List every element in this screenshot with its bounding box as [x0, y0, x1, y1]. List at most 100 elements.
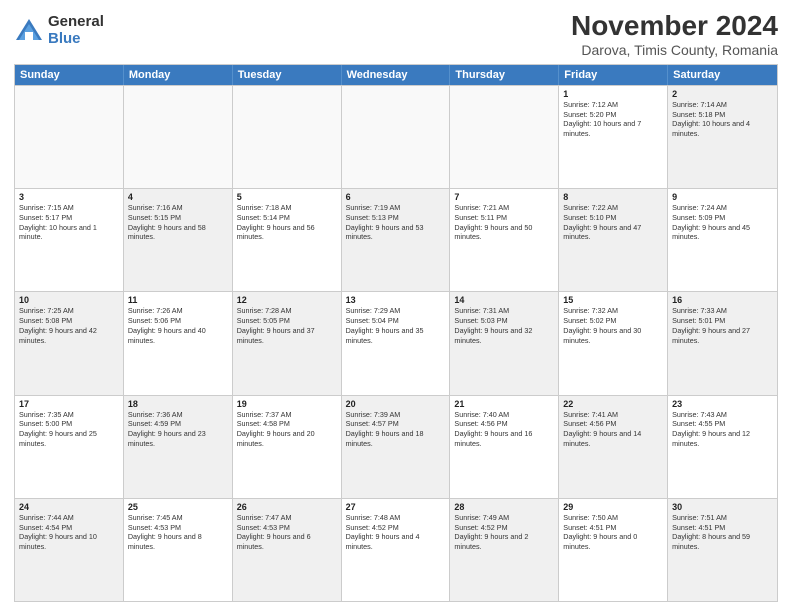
day-number: 12 [237, 295, 337, 305]
calendar-cell: 10Sunrise: 7:25 AM Sunset: 5:08 PM Dayli… [15, 292, 124, 394]
calendar-cell [450, 86, 559, 188]
calendar-cell: 26Sunrise: 7:47 AM Sunset: 4:53 PM Dayli… [233, 499, 342, 601]
calendar-cell: 12Sunrise: 7:28 AM Sunset: 5:05 PM Dayli… [233, 292, 342, 394]
calendar-cell: 25Sunrise: 7:45 AM Sunset: 4:53 PM Dayli… [124, 499, 233, 601]
calendar-cell: 1Sunrise: 7:12 AM Sunset: 5:20 PM Daylig… [559, 86, 668, 188]
logo-blue: Blue [48, 31, 104, 48]
calendar-cell: 5Sunrise: 7:18 AM Sunset: 5:14 PM Daylig… [233, 189, 342, 291]
day-info: Sunrise: 7:26 AM Sunset: 5:06 PM Dayligh… [128, 306, 228, 345]
main-title: November 2024 [571, 10, 778, 42]
day-info: Sunrise: 7:35 AM Sunset: 5:00 PM Dayligh… [19, 410, 119, 449]
calendar-cell: 15Sunrise: 7:32 AM Sunset: 5:02 PM Dayli… [559, 292, 668, 394]
day-number: 17 [19, 399, 119, 409]
calendar-header-day: Tuesday [233, 65, 342, 85]
day-info: Sunrise: 7:41 AM Sunset: 4:56 PM Dayligh… [563, 410, 663, 449]
day-info: Sunrise: 7:43 AM Sunset: 4:55 PM Dayligh… [672, 410, 773, 449]
calendar-cell [342, 86, 451, 188]
calendar-cell: 20Sunrise: 7:39 AM Sunset: 4:57 PM Dayli… [342, 396, 451, 498]
day-info: Sunrise: 7:22 AM Sunset: 5:10 PM Dayligh… [563, 203, 663, 242]
calendar-cell: 9Sunrise: 7:24 AM Sunset: 5:09 PM Daylig… [668, 189, 777, 291]
day-info: Sunrise: 7:32 AM Sunset: 5:02 PM Dayligh… [563, 306, 663, 345]
day-info: Sunrise: 7:21 AM Sunset: 5:11 PM Dayligh… [454, 203, 554, 242]
calendar-cell: 14Sunrise: 7:31 AM Sunset: 5:03 PM Dayli… [450, 292, 559, 394]
calendar-header-day: Monday [124, 65, 233, 85]
calendar-cell: 29Sunrise: 7:50 AM Sunset: 4:51 PM Dayli… [559, 499, 668, 601]
day-number: 8 [563, 192, 663, 202]
day-number: 9 [672, 192, 773, 202]
day-number: 1 [563, 89, 663, 99]
day-info: Sunrise: 7:44 AM Sunset: 4:54 PM Dayligh… [19, 513, 119, 552]
day-number: 25 [128, 502, 228, 512]
day-info: Sunrise: 7:37 AM Sunset: 4:58 PM Dayligh… [237, 410, 337, 449]
day-number: 16 [672, 295, 773, 305]
day-number: 14 [454, 295, 554, 305]
day-number: 20 [346, 399, 446, 409]
day-info: Sunrise: 7:39 AM Sunset: 4:57 PM Dayligh… [346, 410, 446, 449]
day-number: 2 [672, 89, 773, 99]
calendar-cell: 18Sunrise: 7:36 AM Sunset: 4:59 PM Dayli… [124, 396, 233, 498]
day-info: Sunrise: 7:16 AM Sunset: 5:15 PM Dayligh… [128, 203, 228, 242]
day-info: Sunrise: 7:36 AM Sunset: 4:59 PM Dayligh… [128, 410, 228, 449]
logo-text: General Blue [48, 14, 104, 47]
day-info: Sunrise: 7:47 AM Sunset: 4:53 PM Dayligh… [237, 513, 337, 552]
calendar-cell [233, 86, 342, 188]
calendar-row: 10Sunrise: 7:25 AM Sunset: 5:08 PM Dayli… [15, 291, 777, 394]
day-number: 4 [128, 192, 228, 202]
calendar-header-day: Thursday [450, 65, 559, 85]
calendar-cell: 13Sunrise: 7:29 AM Sunset: 5:04 PM Dayli… [342, 292, 451, 394]
day-info: Sunrise: 7:50 AM Sunset: 4:51 PM Dayligh… [563, 513, 663, 552]
calendar-cell: 4Sunrise: 7:16 AM Sunset: 5:15 PM Daylig… [124, 189, 233, 291]
day-number: 11 [128, 295, 228, 305]
day-number: 26 [237, 502, 337, 512]
day-info: Sunrise: 7:18 AM Sunset: 5:14 PM Dayligh… [237, 203, 337, 242]
calendar-cell: 23Sunrise: 7:43 AM Sunset: 4:55 PM Dayli… [668, 396, 777, 498]
day-number: 5 [237, 192, 337, 202]
day-info: Sunrise: 7:49 AM Sunset: 4:52 PM Dayligh… [454, 513, 554, 552]
calendar-row: 24Sunrise: 7:44 AM Sunset: 4:54 PM Dayli… [15, 498, 777, 601]
calendar-cell: 17Sunrise: 7:35 AM Sunset: 5:00 PM Dayli… [15, 396, 124, 498]
title-block: November 2024 Darova, Timis County, Roma… [571, 10, 778, 58]
calendar-cell: 28Sunrise: 7:49 AM Sunset: 4:52 PM Dayli… [450, 499, 559, 601]
day-number: 13 [346, 295, 446, 305]
calendar-cell: 2Sunrise: 7:14 AM Sunset: 5:18 PM Daylig… [668, 86, 777, 188]
day-info: Sunrise: 7:28 AM Sunset: 5:05 PM Dayligh… [237, 306, 337, 345]
calendar-header-day: Friday [559, 65, 668, 85]
calendar: SundayMondayTuesdayWednesdayThursdayFrid… [14, 64, 778, 602]
day-info: Sunrise: 7:25 AM Sunset: 5:08 PM Dayligh… [19, 306, 119, 345]
day-number: 7 [454, 192, 554, 202]
day-info: Sunrise: 7:31 AM Sunset: 5:03 PM Dayligh… [454, 306, 554, 345]
day-number: 30 [672, 502, 773, 512]
calendar-header-day: Saturday [668, 65, 777, 85]
subtitle: Darova, Timis County, Romania [571, 42, 778, 58]
calendar-cell [124, 86, 233, 188]
calendar-cell: 30Sunrise: 7:51 AM Sunset: 4:51 PM Dayli… [668, 499, 777, 601]
day-number: 19 [237, 399, 337, 409]
day-number: 15 [563, 295, 663, 305]
day-info: Sunrise: 7:12 AM Sunset: 5:20 PM Dayligh… [563, 100, 663, 139]
day-info: Sunrise: 7:19 AM Sunset: 5:13 PM Dayligh… [346, 203, 446, 242]
header: General Blue November 2024 Darova, Timis… [14, 10, 778, 58]
day-number: 27 [346, 502, 446, 512]
calendar-cell: 24Sunrise: 7:44 AM Sunset: 4:54 PM Dayli… [15, 499, 124, 601]
calendar-cell: 27Sunrise: 7:48 AM Sunset: 4:52 PM Dayli… [342, 499, 451, 601]
calendar-cell: 16Sunrise: 7:33 AM Sunset: 5:01 PM Dayli… [668, 292, 777, 394]
logo-general: General [48, 14, 104, 31]
day-info: Sunrise: 7:24 AM Sunset: 5:09 PM Dayligh… [672, 203, 773, 242]
calendar-header-day: Wednesday [342, 65, 451, 85]
page: General Blue November 2024 Darova, Timis… [0, 0, 792, 612]
calendar-cell: 6Sunrise: 7:19 AM Sunset: 5:13 PM Daylig… [342, 189, 451, 291]
logo-icon [14, 16, 44, 46]
day-info: Sunrise: 7:33 AM Sunset: 5:01 PM Dayligh… [672, 306, 773, 345]
calendar-cell: 3Sunrise: 7:15 AM Sunset: 5:17 PM Daylig… [15, 189, 124, 291]
day-number: 29 [563, 502, 663, 512]
logo: General Blue [14, 14, 104, 47]
day-number: 6 [346, 192, 446, 202]
day-number: 28 [454, 502, 554, 512]
day-info: Sunrise: 7:29 AM Sunset: 5:04 PM Dayligh… [346, 306, 446, 345]
calendar-cell: 7Sunrise: 7:21 AM Sunset: 5:11 PM Daylig… [450, 189, 559, 291]
calendar-header: SundayMondayTuesdayWednesdayThursdayFrid… [15, 65, 777, 85]
calendar-row: 17Sunrise: 7:35 AM Sunset: 5:00 PM Dayli… [15, 395, 777, 498]
day-number: 24 [19, 502, 119, 512]
calendar-cell: 8Sunrise: 7:22 AM Sunset: 5:10 PM Daylig… [559, 189, 668, 291]
day-number: 18 [128, 399, 228, 409]
